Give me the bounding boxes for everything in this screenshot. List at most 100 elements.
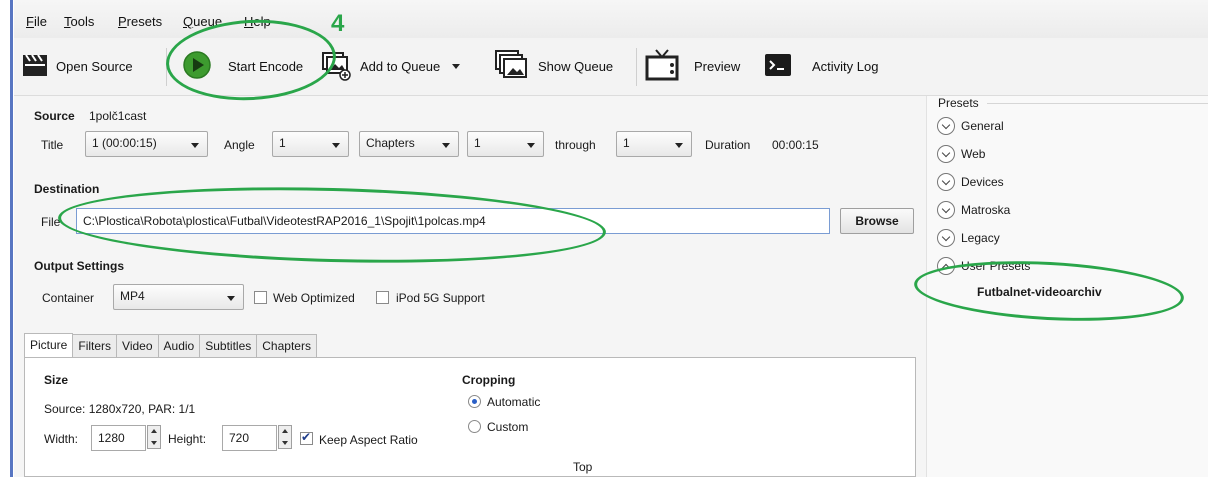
presets-heading: Presets bbox=[938, 96, 979, 110]
output-settings-heading: Output Settings bbox=[34, 259, 124, 273]
width-input[interactable]: 1280 bbox=[91, 425, 146, 451]
chevron-down-icon bbox=[191, 143, 199, 148]
tab-picture[interactable]: Picture bbox=[24, 333, 74, 359]
file-label: File bbox=[41, 215, 61, 229]
activity-log-label: Activity Log bbox=[812, 58, 879, 74]
preset-group-label: General bbox=[961, 119, 1004, 133]
height-value: 720 bbox=[229, 431, 250, 445]
preset-group-devices[interactable]: Devices bbox=[937, 173, 1004, 191]
preset-group-general[interactable]: General bbox=[937, 117, 1004, 135]
width-stepper[interactable] bbox=[147, 425, 161, 449]
preset-group-legacy[interactable]: Legacy bbox=[937, 229, 1000, 247]
chevron-down-icon bbox=[442, 143, 450, 148]
range-mode-value: Chapters bbox=[366, 136, 415, 150]
crop-top-label: Top bbox=[573, 460, 593, 474]
presets-panel: Presets General Web Devices Matroska Leg… bbox=[926, 96, 1208, 477]
destination-heading: Destination bbox=[34, 182, 100, 196]
menu-presets[interactable]: Presets bbox=[118, 14, 162, 29]
activity-log-button[interactable]: Activity Log bbox=[764, 44, 878, 88]
height-stepper[interactable] bbox=[278, 425, 292, 449]
cropping-heading: Cropping bbox=[462, 373, 516, 387]
through-label: through bbox=[555, 138, 596, 152]
crop-automatic-radio[interactable] bbox=[468, 395, 481, 408]
crop-automatic-label: Automatic bbox=[487, 395, 541, 409]
tab-audio[interactable]: Audio bbox=[157, 334, 201, 358]
annotation-step-number: 4 bbox=[331, 10, 345, 37]
tab-filters[interactable]: Filters bbox=[72, 334, 118, 358]
preset-group-label: User Presets bbox=[961, 259, 1031, 273]
menu-help[interactable]: Help bbox=[244, 14, 271, 29]
add-to-queue-icon bbox=[320, 49, 352, 84]
width-value: 1280 bbox=[98, 431, 125, 445]
menu-queue[interactable]: Queue bbox=[183, 14, 222, 29]
title-select[interactable]: 1 (00:00:15) bbox=[85, 131, 208, 157]
source-heading: Source bbox=[34, 109, 75, 123]
chevron-down-icon[interactable] bbox=[937, 201, 955, 219]
keep-aspect-label: Keep Aspect Ratio bbox=[319, 433, 418, 447]
destination-file-value: C:\Plostica\Robota\plostica\Futbal\Video… bbox=[83, 214, 486, 228]
angle-label: Angle bbox=[224, 138, 255, 152]
chevron-down-icon[interactable] bbox=[937, 145, 955, 163]
range-end-value: 1 bbox=[623, 136, 630, 150]
add-to-queue-button[interactable]: Add to Queue bbox=[320, 44, 461, 88]
preset-group-label: Devices bbox=[961, 175, 1004, 189]
menu-file[interactable]: File bbox=[26, 14, 47, 29]
terminal-icon bbox=[764, 53, 792, 80]
menu-bar: File Tools Presets Queue Help bbox=[14, 0, 1208, 38]
preset-group-user-presets[interactable]: User Presets bbox=[937, 257, 1030, 275]
range-start-select[interactable]: 1 bbox=[467, 131, 544, 157]
chevron-down-icon[interactable] bbox=[937, 173, 955, 191]
chevron-down-icon[interactable] bbox=[937, 229, 955, 247]
toolbar-separator bbox=[636, 48, 637, 86]
angle-select[interactable]: 1 bbox=[272, 131, 349, 157]
keep-aspect-checkbox[interactable] bbox=[300, 430, 313, 445]
chevron-up-icon[interactable] bbox=[937, 257, 955, 275]
ipod-support-checkbox[interactable] bbox=[376, 291, 389, 304]
angle-select-value: 1 bbox=[279, 136, 286, 150]
height-input[interactable]: 720 bbox=[222, 425, 277, 451]
open-source-button[interactable]: Open Source bbox=[22, 44, 133, 88]
crop-custom-radio[interactable] bbox=[468, 420, 481, 433]
menu-tools[interactable]: Tools bbox=[64, 14, 94, 29]
chevron-down-icon[interactable] bbox=[937, 117, 955, 135]
range-start-value: 1 bbox=[474, 136, 481, 150]
container-select[interactable]: MP4 bbox=[113, 284, 244, 310]
container-label: Container bbox=[42, 291, 95, 305]
range-end-select[interactable]: 1 bbox=[616, 131, 692, 157]
tv-icon bbox=[644, 48, 680, 85]
duration-value: 00:00:15 bbox=[772, 138, 819, 152]
show-queue-icon bbox=[494, 49, 530, 84]
preset-group-web[interactable]: Web bbox=[937, 145, 985, 163]
tab-chapters[interactable]: Chapters bbox=[256, 334, 317, 358]
show-queue-button[interactable]: Show Queue bbox=[494, 44, 613, 88]
source-name: 1polč1cast bbox=[89, 109, 147, 123]
start-encode-button[interactable]: Start Encode bbox=[182, 44, 303, 88]
size-heading: Size bbox=[44, 373, 69, 387]
toolbar-separator bbox=[166, 48, 167, 86]
tab-video[interactable]: Video bbox=[116, 334, 159, 358]
preview-button[interactable]: Preview bbox=[644, 44, 740, 88]
window-left-border bbox=[10, 0, 13, 477]
web-optimized-label: Web Optimized bbox=[273, 291, 355, 305]
main-panel: Source 1polč1cast Title 1 (00:00:15) Ang… bbox=[14, 96, 926, 477]
range-mode-select[interactable]: Chapters bbox=[359, 131, 459, 157]
container-select-value: MP4 bbox=[120, 289, 145, 303]
preset-group-matroska[interactable]: Matroska bbox=[937, 201, 1010, 219]
duration-label: Duration bbox=[705, 138, 751, 152]
destination-file-input[interactable]: C:\Plostica\Robota\plostica\Futbal\Video… bbox=[76, 208, 830, 234]
web-optimized-checkbox[interactable] bbox=[254, 291, 267, 304]
chevron-down-icon bbox=[527, 143, 535, 148]
title-label: Title bbox=[41, 138, 64, 152]
chevron-down-icon bbox=[227, 296, 235, 301]
crop-custom-label: Custom bbox=[487, 420, 529, 434]
width-label: Width: bbox=[44, 432, 79, 446]
preset-item-futbalnet[interactable]: Futbalnet-videoarchiv bbox=[977, 285, 1102, 299]
preset-group-label: Matroska bbox=[961, 203, 1011, 217]
browse-button[interactable]: Browse bbox=[840, 208, 914, 234]
chevron-down-icon bbox=[332, 143, 340, 148]
dropdown-arrow-icon[interactable] bbox=[452, 63, 461, 69]
open-source-label: Open Source bbox=[56, 58, 133, 74]
ipod-support-label: iPod 5G Support bbox=[396, 291, 485, 305]
play-icon bbox=[182, 50, 212, 83]
tab-subtitles[interactable]: Subtitles bbox=[199, 334, 258, 358]
